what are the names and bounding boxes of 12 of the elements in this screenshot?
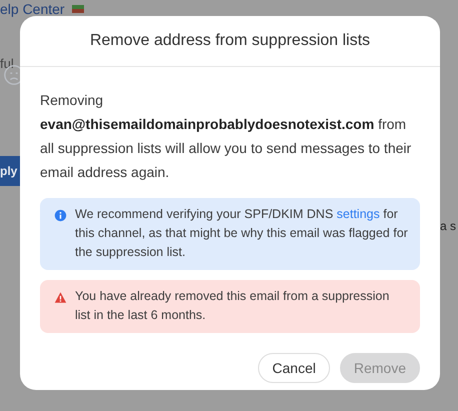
warning-icon <box>54 291 67 304</box>
background-text: a s <box>440 219 456 233</box>
reply-button[interactable]: ply <box>0 156 20 186</box>
notice-text: We recommend verifying your SPF/DKIM DNS settings for this channel, as that might be why this email was flagged for the suppression list. <box>75 206 408 261</box>
notice-text: You have already removed this email from a suppression list in the last 6 months. <box>75 288 390 324</box>
dialog-title: Remove address from suppression lists <box>90 32 370 50</box>
settings-link[interactable]: settings <box>336 207 380 221</box>
book-icon <box>70 3 86 15</box>
dialog-message: Removing evan@thisemaildomainprobablydoesnotexist.com from all suppression lists will allow you to send messages to their email address again. <box>40 91 412 182</box>
info-icon <box>54 209 67 222</box>
help-center-link[interactable]: elp Center <box>0 1 65 17</box>
cancel-button[interactable]: Cancel <box>258 353 330 383</box>
